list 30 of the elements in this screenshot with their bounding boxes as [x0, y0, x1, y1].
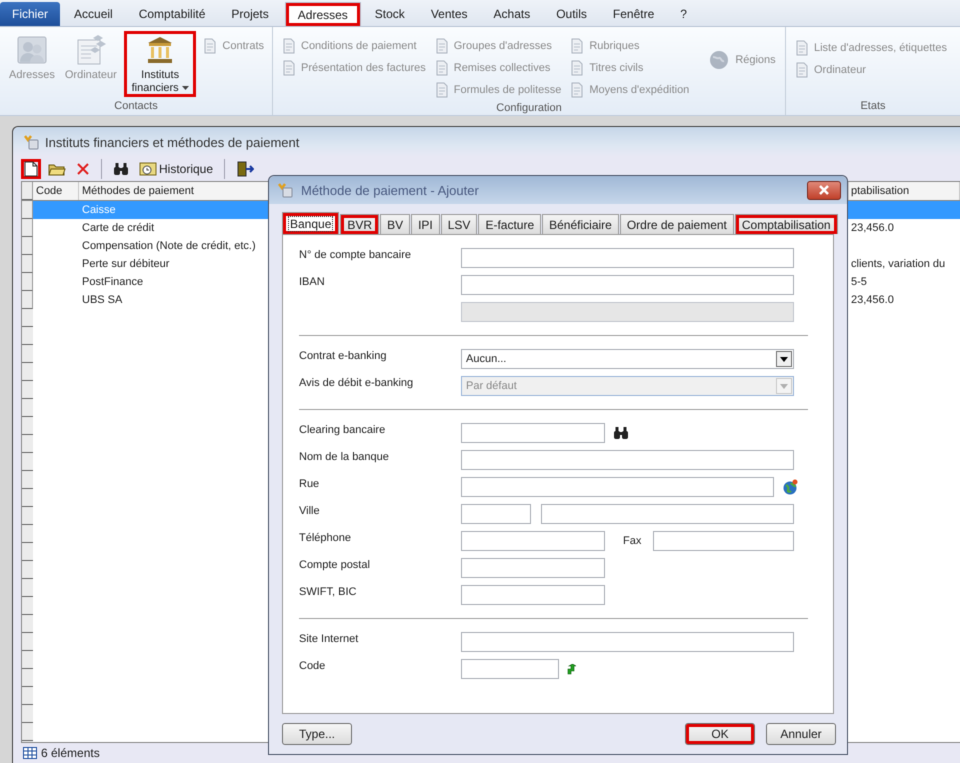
- table-cell: UBS SA: [82, 294, 122, 306]
- group-label: Contacts: [113, 99, 159, 114]
- field-label: N° de compte bancaire: [299, 249, 412, 261]
- field-label: SWIFT, BIC: [299, 586, 356, 598]
- window-title: Instituts financiers et méthodes de paiement: [45, 134, 300, 150]
- dialog-title: Méthode de paiement - Ajouter: [301, 182, 480, 198]
- field-label: Clearing bancaire: [299, 424, 386, 436]
- field-label: Rue: [299, 478, 320, 490]
- field-label: Site Internet: [299, 633, 358, 645]
- group-label: Etats: [859, 99, 887, 114]
- field-label: IBAN: [299, 276, 325, 288]
- table-cell: PostFinance: [82, 276, 144, 288]
- group-label: Configuration: [495, 101, 563, 115]
- table-cell: 23,456.0: [851, 294, 894, 306]
- field-label: Nom de la banque: [299, 451, 389, 463]
- field-label: Ville: [299, 505, 320, 517]
- table-cell: Carte de crédit: [82, 222, 154, 234]
- table-cell: clients, variation du: [851, 258, 946, 270]
- table-cell: Perte sur débiteur: [82, 258, 170, 270]
- table-cell: 5-5: [851, 276, 867, 288]
- field-label: Avis de débit e-banking: [299, 377, 414, 389]
- field-label: Compte postal: [299, 559, 370, 571]
- status-text: 6 éléments: [41, 746, 100, 760]
- field-label: Contrat e-banking: [299, 350, 386, 362]
- field-label: Code: [299, 660, 326, 672]
- field-label: Téléphone: [299, 532, 351, 544]
- field-label: Fax: [623, 535, 642, 547]
- table-cell: Compensation (Note de crédit, etc.): [82, 240, 256, 252]
- table-cell: 23,456.0: [851, 222, 894, 234]
- table-cell: Caisse: [82, 204, 116, 216]
